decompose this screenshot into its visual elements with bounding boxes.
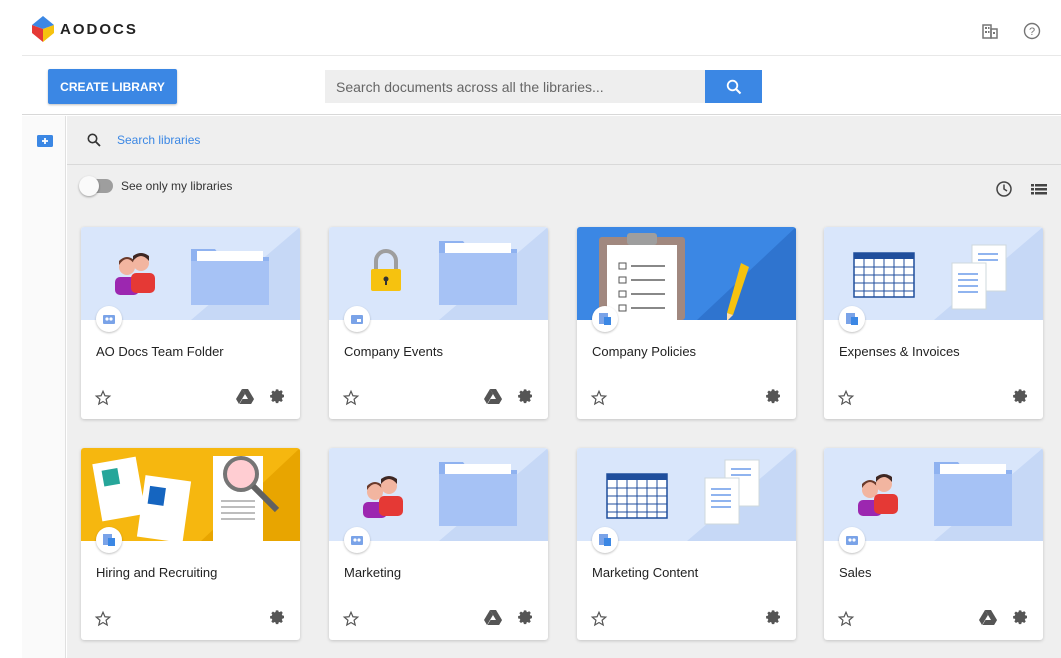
document-search: Search documents across all the librarie… [325, 70, 762, 103]
document-library-icon [846, 313, 858, 325]
document-library-icon [599, 313, 611, 325]
library-card[interactable]: Sales [824, 448, 1043, 640]
star-icon[interactable] [94, 610, 112, 628]
library-title: Hiring and Recruiting [96, 565, 218, 580]
add-library-icon[interactable] [37, 135, 53, 147]
library-card[interactable]: Hiring and Recruiting [81, 448, 300, 640]
star-icon[interactable] [837, 389, 855, 407]
library-card[interactable]: Company Policies [577, 227, 796, 419]
library-search-input[interactable]: Search libraries [117, 133, 200, 147]
star-icon[interactable] [837, 610, 855, 628]
library-title: Marketing Content [592, 565, 699, 580]
settings-gear-icon[interactable] [517, 609, 535, 627]
search-icon [87, 133, 101, 147]
help-icon[interactable]: ? [1023, 22, 1041, 40]
my-libraries-filter: See only my libraries [79, 176, 233, 196]
library-card[interactable]: Marketing Content [577, 448, 796, 640]
library-title: Company Policies [592, 344, 697, 359]
google-drive-icon[interactable] [236, 389, 254, 405]
library-title: AO Docs Team Folder [96, 344, 224, 359]
star-icon[interactable] [590, 389, 608, 407]
google-drive-icon[interactable] [484, 389, 502, 405]
side-nav [22, 116, 66, 658]
document-library-icon [103, 534, 115, 546]
secured-folder-icon [351, 315, 363, 324]
star-icon[interactable] [342, 389, 360, 407]
star-icon[interactable] [94, 389, 112, 407]
my-libraries-toggle[interactable] [79, 176, 113, 196]
team-folder-icon [351, 536, 363, 545]
library-card[interactable]: Expenses & Invoices [824, 227, 1043, 419]
app-window: AODOCS ? CREATE LIBRARY Search documents… [22, 0, 1061, 658]
library-type-badge [96, 306, 122, 332]
domain-icon[interactable] [981, 22, 999, 40]
search-icon [726, 79, 741, 94]
library-type-badge [839, 527, 865, 553]
google-drive-icon[interactable] [979, 610, 997, 626]
settings-gear-icon[interactable] [1012, 388, 1030, 406]
library-type-badge [839, 306, 865, 332]
team-folder-icon [103, 315, 115, 324]
settings-gear-icon[interactable] [517, 388, 535, 406]
document-library-icon [599, 534, 611, 546]
library-title: Expenses & Invoices [839, 344, 960, 359]
settings-gear-icon[interactable] [765, 388, 783, 406]
star-icon[interactable] [590, 610, 608, 628]
action-bar: CREATE LIBRARY Search documents across a… [22, 57, 1061, 115]
aodocs-logo[interactable]: AODOCS [32, 16, 138, 42]
svg-text:?: ? [1029, 26, 1035, 38]
toggle-label: See only my libraries [121, 179, 233, 193]
logo-text: AODOCS [60, 20, 138, 38]
library-card[interactable]: Marketing [329, 448, 548, 640]
list-view-icon[interactable] [1031, 180, 1047, 198]
library-title: Sales [839, 565, 872, 580]
library-type-badge [592, 306, 618, 332]
library-type-badge [96, 527, 122, 553]
library-search-bar[interactable]: Search libraries [67, 116, 1061, 165]
library-title: Company Events [344, 344, 443, 359]
settings-gear-icon[interactable] [1012, 609, 1030, 627]
team-folder-icon [846, 536, 858, 545]
settings-gear-icon[interactable] [765, 609, 783, 627]
library-card[interactable]: Company Events [329, 227, 548, 419]
create-library-button[interactable]: CREATE LIBRARY [48, 69, 177, 104]
google-drive-icon[interactable] [484, 610, 502, 626]
star-icon[interactable] [342, 610, 360, 628]
document-search-button[interactable] [705, 70, 762, 103]
settings-gear-icon[interactable] [269, 609, 287, 627]
document-search-input[interactable]: Search documents across all the librarie… [325, 70, 705, 103]
settings-gear-icon[interactable] [269, 388, 287, 406]
aodocs-logo-icon [32, 16, 54, 42]
library-card[interactable]: AO Docs Team Folder [81, 227, 300, 419]
library-type-badge [344, 306, 370, 332]
library-title: Marketing [344, 565, 402, 580]
library-type-badge [344, 527, 370, 553]
top-bar: AODOCS ? [22, 6, 1061, 56]
library-type-badge [592, 527, 618, 553]
libraries-panel: Search libraries See only my libraries A… [67, 116, 1061, 658]
history-icon[interactable] [995, 180, 1013, 198]
